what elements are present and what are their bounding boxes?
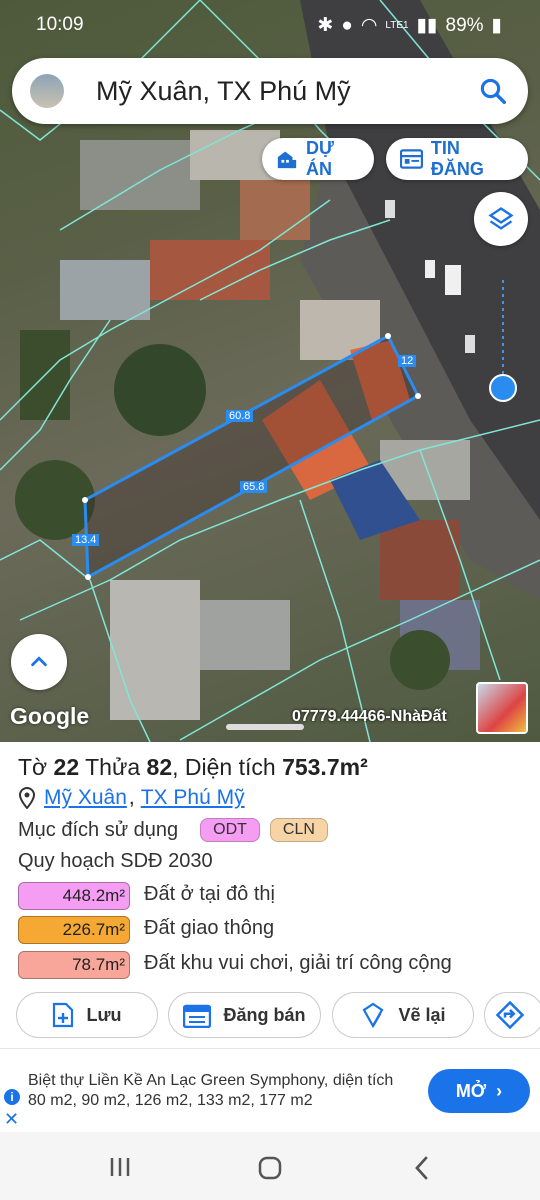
directions-icon: [495, 1000, 525, 1030]
building-icon: [277, 151, 297, 169]
planning-label-1: Đất ở tại đô thị: [144, 883, 275, 905]
to-number: 22: [53, 754, 80, 780]
search-icon[interactable]: [478, 76, 508, 106]
ad-open-button[interactable]: MỞ ›: [428, 1069, 530, 1113]
ad-open-label: MỞ: [455, 1080, 487, 1101]
to-label: Tờ: [18, 754, 48, 780]
calendar-icon: [183, 1004, 212, 1028]
planning-label-2: Đất giao thông: [144, 917, 275, 939]
status-bar: 10:09 ✱ ● ◠ LTE1 ▮▮ 89% ▮: [0, 0, 540, 52]
battery-percent: 89%: [445, 14, 484, 36]
ad-text[interactable]: Biệt thự Liền Kề An Lạc Green Symphony, …: [28, 1071, 412, 1111]
tin-dang-label: TIN ĐĂNG: [430, 138, 484, 179]
measurement-right: 12: [398, 355, 417, 367]
purpose-tag-cln: CLN: [269, 818, 328, 842]
post-sale-label: Đăng bán: [223, 1004, 306, 1025]
layers-icon: [488, 207, 514, 230]
home-icon[interactable]: [258, 1156, 282, 1180]
layers-button[interactable]: [474, 192, 528, 246]
network-label: LTE1: [385, 20, 409, 31]
location-links: Mỹ Xuân, TX Phú Mỹ: [44, 786, 245, 810]
town-link[interactable]: TX Phú Mỹ: [141, 786, 245, 810]
measurement-bottom: 65.8: [240, 481, 268, 493]
satellite-map[interactable]: 60.8 12 65.8 13.4 10:09 ✱ ● ◠ LTE1 ▮▮ 89…: [0, 0, 540, 742]
listing-icon: [400, 149, 423, 169]
close-icon[interactable]: ✕: [4, 1109, 19, 1130]
status-icons: ✱ ● ◠ LTE1 ▮▮ 89% ▮: [317, 14, 502, 37]
parcel-info-panel: Tờ 22 Thửa 82, Diện tích 753.7m² Mỹ Xuân…: [0, 742, 540, 1048]
purpose-tag-odt: ODT: [200, 818, 260, 842]
purpose-label: Mục đích sử dụng: [18, 818, 179, 841]
area-value: 753.7m²: [282, 754, 368, 780]
thua-label: Thửa: [85, 754, 141, 780]
bluetooth-icon: ✱: [317, 15, 334, 36]
recent-apps-icon[interactable]: [108, 1156, 132, 1178]
directions-button[interactable]: [484, 992, 540, 1038]
measurement-top: 60.8: [226, 410, 254, 422]
watermark-text: 07779.44466-NhàĐất: [292, 708, 447, 725]
parcel-location: Mỹ Xuân, TX Phú Mỹ: [18, 786, 245, 810]
redraw-button[interactable]: Vẽ lại: [332, 992, 474, 1038]
redraw-label: Vẽ lại: [398, 1004, 446, 1025]
expand-panel-button[interactable]: [11, 634, 67, 690]
tin-dang-button[interactable]: TIN ĐĂNG: [386, 138, 528, 180]
google-logo: Google: [10, 703, 90, 729]
avatar[interactable]: [476, 682, 528, 734]
parcel-headline: Tờ 22 Thửa 82, Diện tích 753.7m²: [18, 754, 368, 781]
add-file-icon: [53, 1002, 74, 1028]
signal-icon: ▮▮: [416, 15, 438, 36]
battery-icon: ▮: [491, 15, 502, 36]
chevron-right-icon: ›: [496, 1080, 503, 1101]
planning-area-2: 226.7m²: [18, 916, 130, 944]
purpose-row: Mục đích sử dụng ODT CLN: [18, 818, 328, 842]
ad-banner[interactable]: i ✕ Biệt thự Liền Kề An Lạc Green Sympho…: [0, 1048, 540, 1132]
area-label: , Diện tích: [172, 754, 276, 780]
pencil-icon: [363, 1002, 384, 1028]
planning-title: Quy hoạch SDĐ 2030: [18, 850, 213, 872]
search-bar[interactable]: Mỹ Xuân, TX Phú Mỹ: [12, 58, 528, 124]
status-time: 10:09: [36, 14, 84, 35]
post-sale-button[interactable]: Đăng bán: [168, 992, 321, 1038]
save-button[interactable]: Lưu: [16, 992, 158, 1038]
commune-link[interactable]: Mỹ Xuân: [44, 786, 127, 810]
ad-info-icon[interactable]: i: [4, 1089, 20, 1105]
du-an-button[interactable]: DỰ ÁN: [262, 138, 374, 180]
search-title[interactable]: Mỹ Xuân, TX Phú Mỹ: [96, 76, 351, 107]
measurement-left: 13.4: [72, 534, 100, 546]
location-separator: ,: [128, 786, 135, 809]
thua-number: 82: [146, 754, 173, 780]
save-label: Lưu: [86, 1004, 122, 1025]
back-icon[interactable]: [412, 1156, 432, 1180]
drag-handle[interactable]: [226, 724, 304, 730]
location-pin-icon: [18, 787, 36, 809]
planning-area-3: 78.7m²: [18, 951, 130, 979]
planning-area-1: 448.2m²: [18, 882, 130, 910]
location-status-icon: ●: [341, 14, 353, 36]
du-an-label: DỰ ÁN: [306, 138, 334, 179]
planning-label-3: Đất khu vui chơi, giải trí công cộng: [144, 952, 452, 974]
wifi-icon: ◠: [360, 15, 378, 36]
chevron-up-icon: [31, 656, 47, 667]
system-nav-bar: [0, 1132, 540, 1200]
place-thumbnail[interactable]: [30, 74, 64, 108]
